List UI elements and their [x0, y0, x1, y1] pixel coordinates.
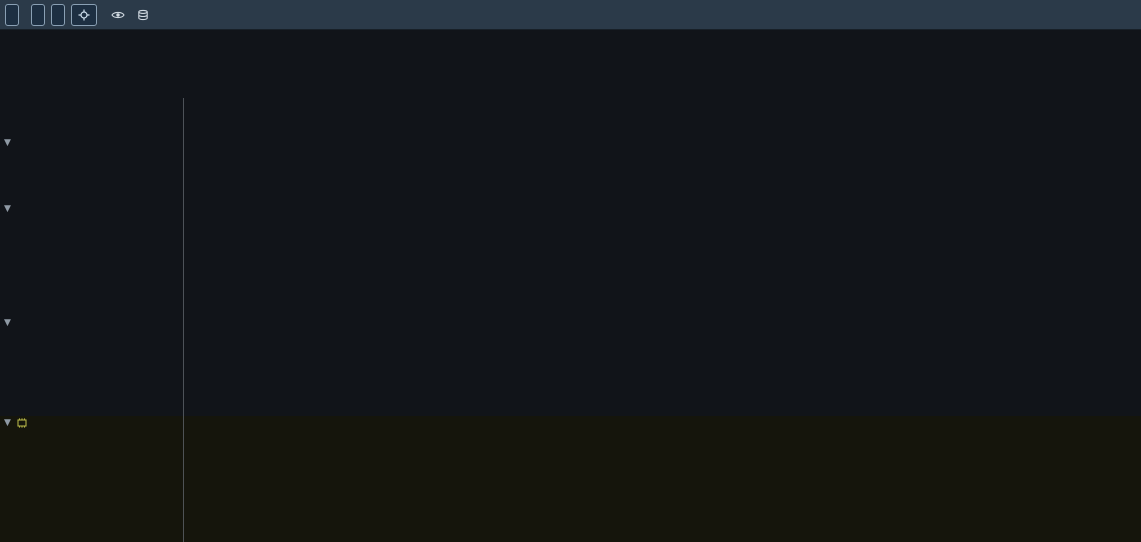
total-time-stat	[136, 9, 155, 21]
goto-frame-button[interactable]	[71, 4, 97, 26]
frames-expand-button[interactable]	[51, 4, 65, 26]
memory-usage-chart[interactable]	[0, 430, 1141, 542]
toolbar	[0, 0, 1141, 30]
section-main-thread-header[interactable]: ▼	[4, 204, 16, 214]
eye-icon	[111, 9, 125, 21]
layers-icon	[136, 9, 150, 21]
collapse-icon: ▼	[4, 418, 11, 428]
section-memory-header[interactable]: ▼	[4, 417, 38, 429]
view-time-stat	[111, 9, 130, 21]
frames-next-button[interactable]	[31, 4, 45, 26]
collapse-icon: ▼	[4, 318, 11, 328]
frames-prev-button[interactable]	[5, 4, 19, 26]
collapse-icon: ▼	[4, 204, 11, 214]
tracy-profiler-window: ▼ ▼ ▼ ▼	[0, 0, 1141, 542]
section-game-header[interactable]: ▼	[4, 318, 16, 328]
section-opengl-header[interactable]: ▼	[4, 138, 16, 148]
collapse-icon: ▼	[4, 138, 11, 148]
crosshair-icon	[78, 9, 90, 21]
memory-icon	[16, 417, 28, 429]
